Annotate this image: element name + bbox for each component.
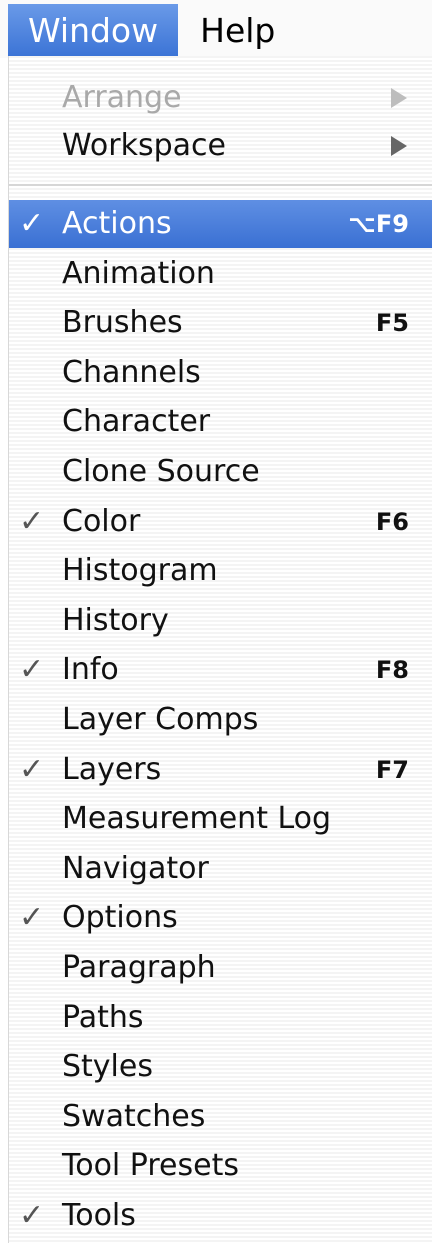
menu-item-label: Brushes — [62, 305, 183, 341]
menu-item-color[interactable]: ✓ Color F6 — [9, 498, 432, 546]
keyboard-shortcut: ⌥F9 — [348, 210, 409, 238]
submenu-arrow-icon — [391, 136, 407, 156]
menu-item-label: Paragraph — [62, 950, 216, 985]
menu-item-animation[interactable]: Animation — [9, 250, 432, 298]
menu-item-history[interactable]: History — [9, 597, 432, 645]
menu-item-label: Actions — [62, 206, 172, 241]
menu-item-label: Swatches — [62, 1098, 206, 1134]
menu-item-label: Histogram — [62, 553, 218, 589]
menu-item-navigator[interactable]: Navigator — [9, 845, 432, 893]
menu-item-label: History — [62, 602, 169, 638]
menu-item-label: Channels — [62, 354, 201, 390]
menu-item-tool-presets[interactable]: Tool Presets — [9, 1142, 432, 1190]
checkmark-icon: ✓ — [19, 751, 45, 787]
menu-item-layer-comps[interactable]: Layer Comps — [9, 696, 432, 744]
menu-item-histogram[interactable]: Histogram — [9, 547, 432, 595]
menu-item-arrange: Arrange — [9, 74, 432, 122]
menu-item-paths[interactable]: Paths — [9, 994, 432, 1042]
menu-item-label: Clone Source — [62, 454, 260, 489]
menu-item-label: Info — [62, 652, 119, 688]
menu-item-label: Animation — [62, 255, 215, 291]
menu-item-label: Character — [62, 404, 211, 440]
menu-item-info[interactable]: ✓ Info F8 — [9, 646, 432, 694]
menu-item-measurement-log[interactable]: Measurement Log — [9, 795, 432, 843]
checkmark-icon: ✓ — [19, 1198, 45, 1233]
checkmark-icon: ✓ — [19, 206, 45, 241]
menubar-item-help[interactable]: Help — [178, 4, 295, 56]
checkmark-icon: ✓ — [19, 900, 45, 936]
menu-bar: Window Help — [0, 0, 432, 58]
menu-item-brushes[interactable]: Brushes F5 — [9, 299, 432, 347]
menu-item-label: Tool Presets — [62, 1148, 239, 1184]
keyboard-shortcut: F7 — [375, 755, 409, 784]
menu-item-label: Measurement Log — [62, 801, 332, 837]
menu-item-styles[interactable]: Styles — [9, 1043, 432, 1091]
keyboard-shortcut: F6 — [375, 507, 409, 536]
menu-item-actions[interactable]: ✓ Actions ⌥F9 — [9, 200, 432, 248]
menu-item-label: Paths — [62, 999, 144, 1035]
menu-item-paragraph[interactable]: Paragraph — [9, 944, 432, 992]
menu-item-options[interactable]: ✓ Options — [9, 894, 432, 942]
menu-item-workspace[interactable]: Workspace — [9, 122, 432, 170]
keyboard-shortcut: F5 — [375, 309, 409, 338]
menu-item-label: Workspace — [62, 128, 226, 163]
menu-item-tools[interactable]: ✓ Tools — [9, 1192, 432, 1240]
menu-item-label: Navigator — [62, 850, 209, 886]
checkmark-icon: ✓ — [19, 503, 45, 539]
menu-item-label: Layer Comps — [62, 702, 259, 737]
menu-item-channels[interactable]: Channels — [9, 349, 432, 397]
keyboard-shortcut: F8 — [375, 656, 409, 685]
menu-item-layers[interactable]: ✓ Layers F7 — [9, 746, 432, 794]
menu-item-label: Styles — [62, 1049, 153, 1085]
menu-item-label: Color — [62, 503, 141, 539]
window-menu-dropdown: Arrange Workspace ✓ Actions ⌥F9 Animation Br… — [8, 56, 432, 1243]
menu-item-character[interactable]: Character — [9, 398, 432, 446]
menu-item-swatches[interactable]: Swatches — [9, 1093, 432, 1141]
menu-item-label: Tools — [62, 1198, 136, 1233]
menu-item-clone-source[interactable]: Clone Source — [9, 448, 432, 496]
menu-item-label: Arrange — [62, 80, 182, 115]
menu-item-label: Layers — [62, 751, 162, 787]
menu-item-label: Options — [62, 900, 178, 936]
menubar-item-window[interactable]: Window — [8, 4, 179, 56]
submenu-arrow-icon — [391, 88, 407, 108]
checkmark-icon: ✓ — [19, 652, 45, 688]
menu-separator — [9, 184, 432, 186]
